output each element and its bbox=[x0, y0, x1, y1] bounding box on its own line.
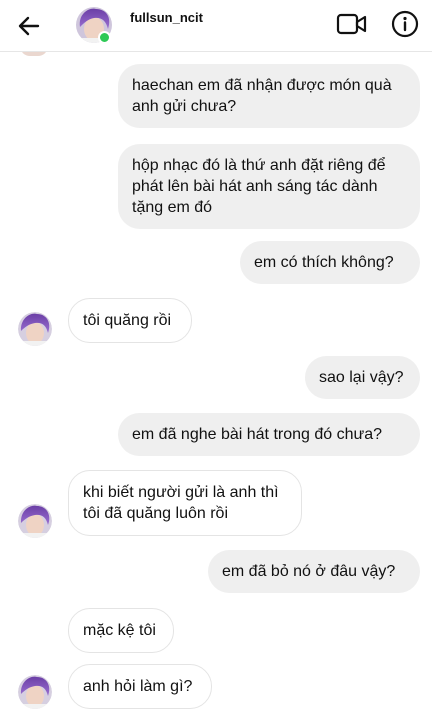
contact-avatar[interactable] bbox=[18, 504, 52, 538]
video-call-icon[interactable] bbox=[336, 12, 368, 36]
contact-avatar[interactable] bbox=[18, 675, 52, 709]
message-bubble-outgoing[interactable]: em có thích không? bbox=[240, 241, 420, 284]
message-bubble-outgoing[interactable]: haechan em đã nhận được món quà anh gửi … bbox=[118, 64, 420, 128]
chat-header: fullsun_ncit bbox=[0, 0, 432, 52]
message-bubble-incoming[interactable]: tôi quăng rồi bbox=[68, 298, 192, 343]
contact-username[interactable]: fullsun_ncit bbox=[130, 10, 203, 25]
message-bubble-incoming[interactable]: mặc kệ tôi bbox=[68, 608, 174, 653]
message-bubble-outgoing[interactable]: em đã nghe bài hát trong đó chưa? bbox=[118, 413, 420, 456]
back-arrow-icon[interactable] bbox=[14, 11, 44, 41]
message-bubble-outgoing[interactable]: sao lại vậy? bbox=[305, 356, 420, 399]
message-bubble-outgoing[interactable]: hộp nhạc đó là thứ anh đặt riêng để phát… bbox=[118, 144, 420, 229]
online-status-dot bbox=[98, 31, 111, 44]
info-icon[interactable] bbox=[390, 9, 420, 39]
message-thread[interactable]: haechan em đã nhận được món quà anh gửi … bbox=[0, 52, 432, 720]
scrolled-avatar-fragment bbox=[20, 52, 48, 56]
message-bubble-incoming[interactable]: khi biết người gửi là anh thì tôi đã quă… bbox=[68, 470, 302, 536]
message-bubble-incoming[interactable]: anh hỏi làm gì? bbox=[68, 664, 212, 709]
message-bubble-outgoing[interactable]: em đã bỏ nó ở đâu vậy? bbox=[208, 550, 420, 593]
contact-avatar[interactable] bbox=[18, 312, 52, 346]
